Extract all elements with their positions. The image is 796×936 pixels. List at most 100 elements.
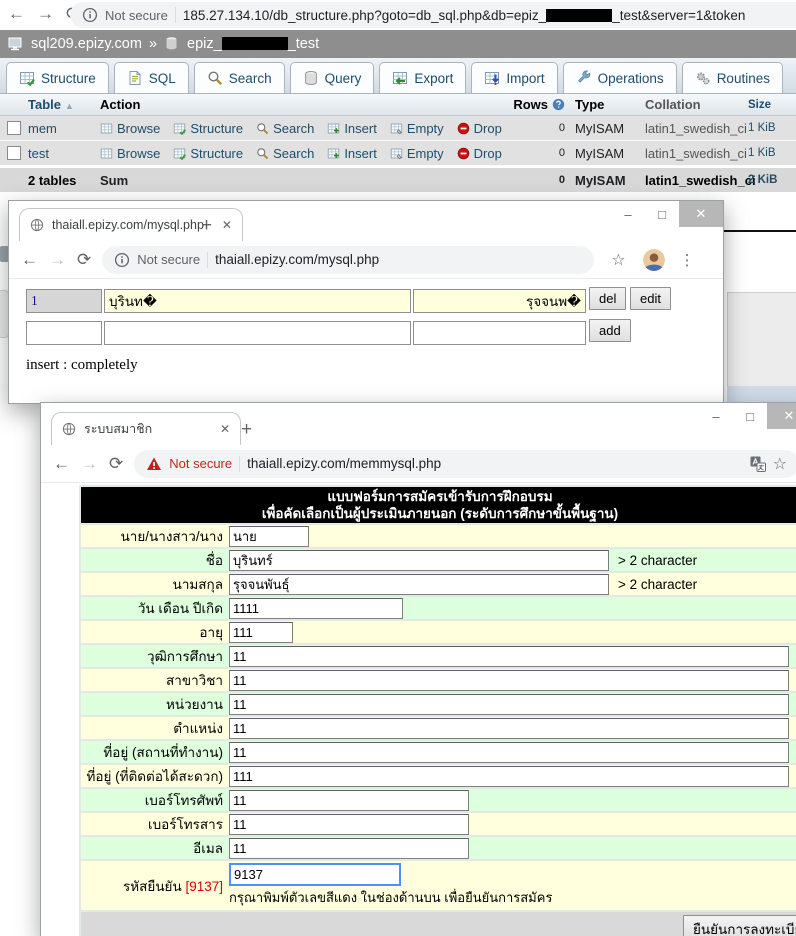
field-input-4[interactable] (229, 622, 293, 643)
tab-title: ระบบสมาชิก (84, 419, 202, 439)
new-surname-input[interactable] (413, 321, 586, 345)
structure-link[interactable]: Structure (173, 146, 243, 161)
reload-icon[interactable]: ⟳ (109, 452, 123, 476)
search-link[interactable]: Search (256, 121, 314, 136)
new-tab-icon[interactable]: + (201, 215, 212, 237)
record-name-input[interactable] (104, 289, 411, 313)
back-icon[interactable]: ← (21, 248, 38, 272)
reload-icon[interactable]: ⟳ (77, 248, 91, 272)
tab-routines[interactable]: Routines (682, 62, 783, 93)
field-input-12[interactable] (229, 814, 469, 835)
back-icon[interactable]: ← (8, 2, 25, 26)
maximize-icon[interactable]: □ (733, 403, 767, 429)
table-sum-row: 2 tables Sum 0 MyISAM latin1_swedish_ci … (0, 168, 796, 192)
field-input-7[interactable] (229, 694, 789, 715)
tab-structure[interactable]: Structure (6, 62, 109, 93)
new-tab-icon[interactable]: + (241, 419, 252, 441)
row-checkbox[interactable] (7, 121, 21, 135)
add-button[interactable]: add (589, 319, 631, 342)
insert-link[interactable]: Insert (327, 121, 377, 136)
member-browser-tab[interactable]: ระบบสมาชิก ✕ (51, 412, 241, 445)
new-name-input[interactable] (104, 321, 411, 345)
tab-sql[interactable]: SQL (114, 62, 189, 93)
del-button[interactable]: del (589, 287, 626, 310)
table-name-link[interactable]: test (28, 146, 100, 161)
field-input-0[interactable] (229, 526, 309, 547)
table-row-mem: mem Browse Structure Search Insert Empty… (0, 116, 796, 141)
drop-icon (457, 147, 470, 160)
tab-query[interactable]: Query (290, 62, 375, 93)
confirm-code-input[interactable] (229, 863, 401, 886)
record-surname-input[interactable] (413, 289, 586, 313)
close-icon[interactable]: ✕ (767, 403, 796, 429)
bookmark-star-icon[interactable]: ☆ (611, 250, 625, 270)
bookmark-star-icon[interactable]: ☆ (773, 454, 787, 474)
search-link[interactable]: Search (256, 146, 314, 161)
structure-link[interactable]: Structure (173, 121, 243, 136)
insert-link[interactable]: Insert (327, 146, 377, 161)
field-input-6[interactable] (229, 670, 789, 691)
security-label: Not secure (169, 456, 232, 471)
menu-dots-icon[interactable]: ⋮ (680, 251, 695, 269)
main-address-bar[interactable]: Not secure 185.27.134.10/db_structure.ph… (70, 2, 796, 28)
forward-icon[interactable]: → (37, 2, 54, 26)
field-input-11[interactable] (229, 790, 469, 811)
row-checkbox[interactable] (7, 146, 21, 160)
table-name-link[interactable]: mem (28, 121, 100, 136)
minimize-icon[interactable]: – (699, 403, 733, 429)
profile-avatar[interactable] (643, 249, 665, 271)
tab-close-icon[interactable]: ✕ (220, 422, 230, 436)
empty-link[interactable]: Empty (390, 121, 444, 136)
empty-link[interactable]: Empty (390, 146, 444, 161)
field-label: นาย/นางสาว/นาง (81, 525, 229, 547)
tab-import[interactable]: Import (471, 62, 557, 93)
mysql-titlebar[interactable]: thaiall.epizy.com/mysql.php ✕ + – □ ✕ (9, 201, 723, 241)
sum-rows: 0 (559, 174, 565, 186)
field-input-1[interactable] (229, 550, 609, 571)
member-address-bar[interactable]: Not secure thaiall.epizy.com/memmysql.ph… (134, 450, 796, 478)
globe-icon (62, 422, 76, 436)
member-titlebar[interactable]: ระบบสมาชิก ✕ + – □ ✕ (41, 403, 796, 445)
mysql-address-bar[interactable]: Not secure thaiall.epizy.com/mysql.php (102, 246, 594, 274)
field-input-13[interactable] (229, 838, 469, 859)
field-input-2[interactable] (229, 574, 609, 595)
globe-icon (30, 218, 44, 232)
tab-close-icon[interactable]: ✕ (222, 218, 232, 232)
field-label: วัน เดือน ปีเกิด (81, 597, 229, 619)
header-type: Type (575, 97, 645, 112)
translate-icon[interactable] (750, 456, 766, 472)
drop-link[interactable]: Drop (457, 146, 502, 161)
browse-link[interactable]: Browse (100, 146, 160, 161)
registration-form: แบบฟอร์มการสมัครเข้ารับการฝึกอบรม เพื่อค… (79, 485, 796, 936)
breadcrumb-database[interactable]: epiz__test (187, 36, 319, 52)
minimize-icon[interactable]: – (611, 201, 645, 227)
forward-icon[interactable]: → (49, 248, 66, 272)
breadcrumb-server[interactable]: sql209.epizy.com (31, 36, 142, 52)
field-input-10[interactable] (229, 766, 789, 787)
field-input-3[interactable] (229, 598, 403, 619)
field-input-9[interactable] (229, 742, 789, 763)
drop-link[interactable]: Drop (457, 121, 502, 136)
record-id-input[interactable] (26, 289, 102, 313)
field-input-5[interactable] (229, 646, 789, 667)
page-artifact-line (723, 230, 796, 232)
tab-search[interactable]: Search (194, 62, 285, 93)
close-icon[interactable]: ✕ (679, 201, 723, 227)
submit-button[interactable]: ยืนยันการลงทะเบียน (683, 915, 796, 936)
redacted-db-name (222, 37, 288, 50)
sum-size: 2 KiB (748, 174, 794, 186)
tab-operations[interactable]: Operations (563, 62, 677, 93)
help-icon[interactable] (552, 98, 565, 111)
forward-icon[interactable]: → (81, 452, 98, 476)
maximize-icon[interactable]: □ (645, 201, 679, 227)
header-action: Action (100, 97, 500, 112)
field-input-8[interactable] (229, 718, 789, 739)
browse-link[interactable]: Browse (100, 121, 160, 136)
edit-button[interactable]: edit (630, 287, 671, 310)
back-icon[interactable]: ← (53, 452, 70, 476)
cell-size: 1 KiB (748, 147, 794, 159)
security-label: Not secure (105, 8, 168, 23)
tab-export[interactable]: Export (379, 62, 466, 93)
new-id-input[interactable] (26, 321, 102, 345)
cell-collation: latin1_swedish_ci (645, 121, 748, 136)
